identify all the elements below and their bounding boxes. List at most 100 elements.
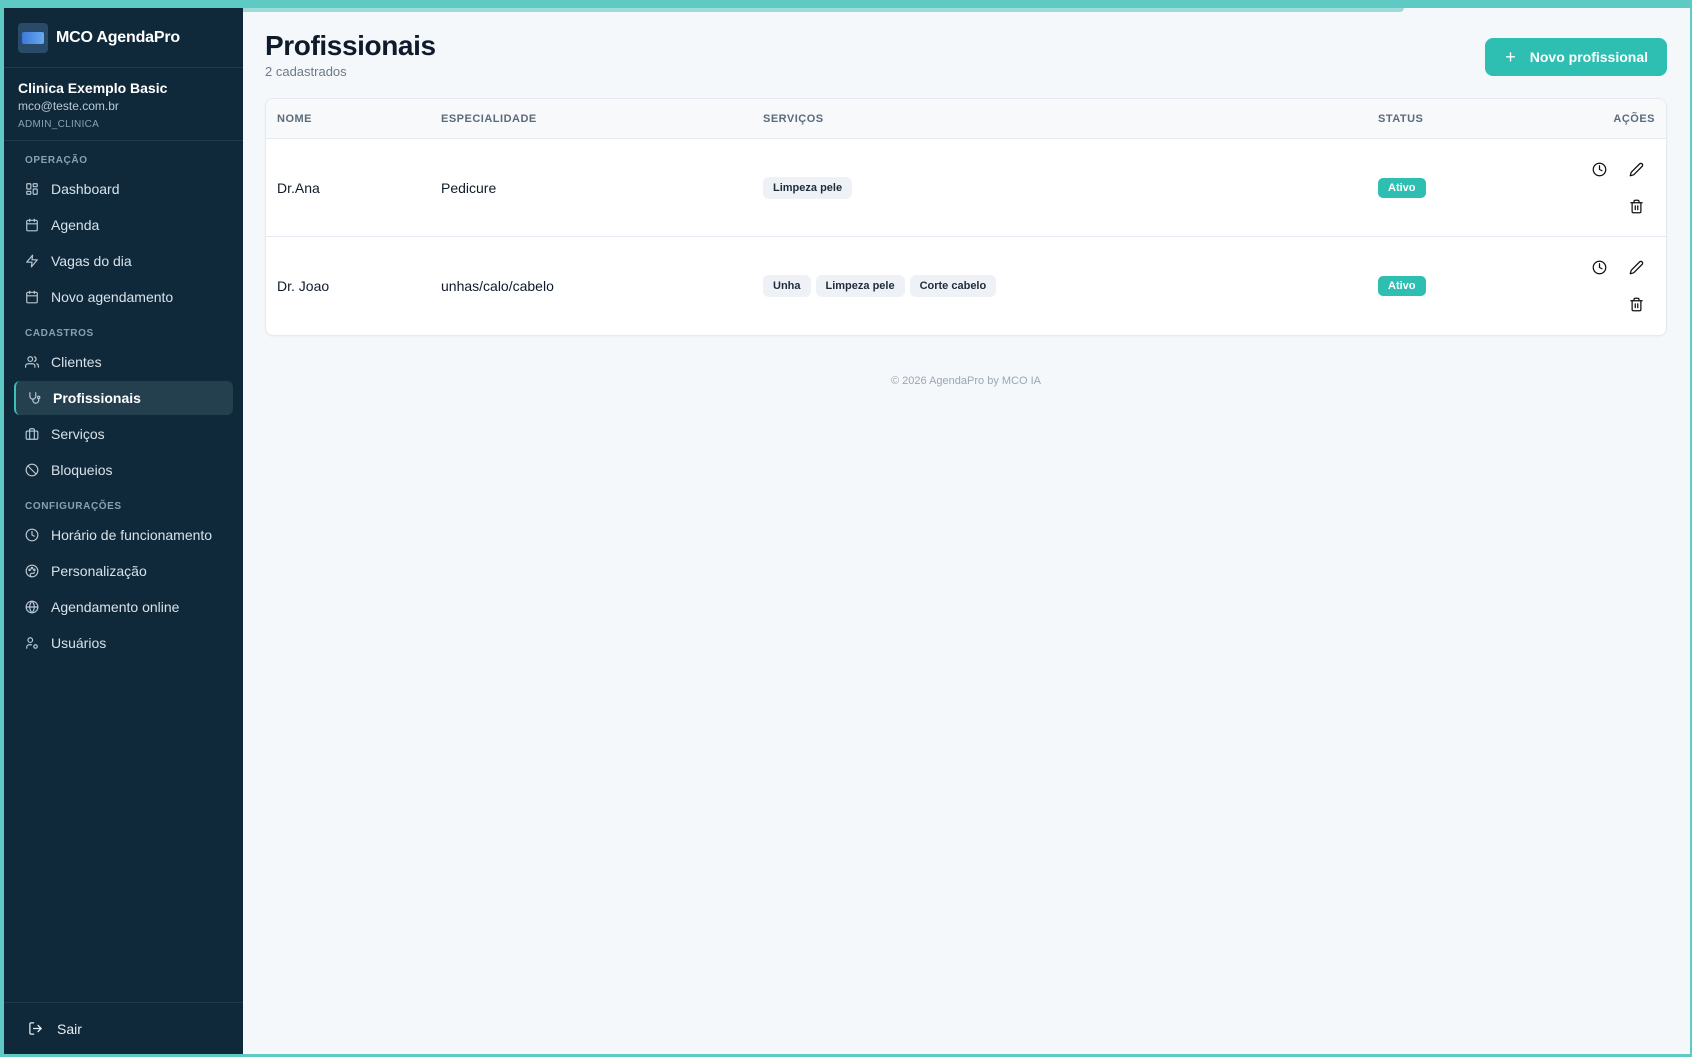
- sidebar-nav: OPERAÇÃO Dashboard Agenda Vagas do dia Novo …: [4, 155, 243, 660]
- calendar-plus-icon-svg: [26, 290, 38, 304]
- globe-icon: [25, 600, 39, 614]
- page-header: Profissionais 2 cadastrados + Novo profi…: [265, 8, 1667, 98]
- table-row: Dr. Joao unhas/calo/cabelo Unha Limpeza pel…: [266, 237, 1666, 335]
- brand-name: MCO AgendaPro: [56, 28, 180, 46]
- professional-specialty: unhas/calo/cabelo: [441, 278, 554, 294]
- account-info: Clinica Exemplo Basic mco@teste.com.br A…: [4, 68, 243, 141]
- main-content: Profissionais 2 cadastrados + Novo profi…: [243, 8, 1690, 1054]
- sidebar-footer: Sair: [4, 1002, 243, 1054]
- clock-icon: [25, 528, 39, 542]
- status-cell: Ativo: [1378, 177, 1553, 198]
- globe-icon-svg: [25, 600, 39, 614]
- delete-button[interactable]: [1623, 291, 1651, 319]
- sidebar-item-label: Personalização: [51, 563, 147, 579]
- actions-cell: [1553, 249, 1666, 323]
- user-cog-icon: [25, 636, 39, 650]
- schedule-button[interactable]: [1586, 155, 1614, 183]
- sidebar-item-profissionais[interactable]: Profissionais: [14, 381, 233, 415]
- brand-logo-icon: [18, 22, 48, 53]
- sidebar-item-vagas-do-dia[interactable]: Vagas do dia: [14, 244, 233, 278]
- trash-icon: [1630, 199, 1643, 213]
- plus-icon: +: [1505, 46, 1516, 67]
- section-label-operacao: OPERAÇÃO: [25, 155, 88, 166]
- sidebar-item-label: Agenda: [51, 217, 100, 233]
- table-row: Dr.Ana Pedicure Limpeza pele Ativo: [266, 139, 1666, 237]
- status-badge: Ativo: [1378, 177, 1426, 198]
- logout-button[interactable]: Sair: [28, 1021, 82, 1037]
- sidebar-item-label: Clientes: [51, 354, 102, 370]
- bolt-icon: [25, 254, 39, 268]
- calendar-icon-svg: [26, 218, 38, 232]
- sidebar-item-servicos[interactable]: Serviços: [14, 417, 233, 451]
- calendar-plus-icon: [25, 290, 39, 304]
- user-cog-icon-svg: [26, 637, 38, 649]
- palette-icon: [25, 564, 39, 578]
- sidebar-item-agendamento-online[interactable]: Agendamento online: [14, 590, 233, 624]
- professional-specialty: Pedicure: [441, 179, 497, 196]
- sidebar-item-label: Usuários: [51, 635, 107, 651]
- sidebar-item-bloqueios[interactable]: Bloqueios: [14, 453, 233, 487]
- service-chip: Corte cabelo: [909, 275, 997, 297]
- delete-button[interactable]: [1623, 192, 1651, 220]
- brand[interactable]: MCO AgendaPro: [4, 8, 243, 68]
- palette-icon-svg: [25, 564, 39, 578]
- sidebar-item-dashboard[interactable]: Dashboard: [14, 172, 233, 206]
- sidebar-item-label: Novo agendamento: [51, 289, 174, 305]
- page-subtitle: 2 cadastrados: [265, 64, 347, 79]
- dashboard-icon-svg: [26, 183, 38, 195]
- stethoscope-icon-svg: [29, 392, 41, 404]
- section-label-configuracoes: CONFIGURAÇÕES: [25, 501, 122, 512]
- professional-name: Dr. Joao: [277, 278, 330, 294]
- professionals-table: NOME ESPECIALIDADE SERVIÇOS STATUS AÇÕES…: [265, 98, 1667, 336]
- sidebar-item-horario-de-funcionamento[interactable]: Horário de funcionamento: [14, 518, 233, 552]
- services-cell: Limpeza pele: [763, 176, 1378, 199]
- new-professional-button[interactable]: + Novo profissional: [1485, 38, 1667, 76]
- briefcase-icon: [25, 427, 39, 441]
- sidebar-item-label: Vagas do dia: [51, 253, 132, 269]
- sidebar-item-label: Serviços: [51, 426, 105, 442]
- edit-icon: [1629, 162, 1644, 176]
- users-icon: [25, 355, 39, 369]
- actions-cell: [1553, 151, 1666, 225]
- app-window: MCO AgendaPro Clinica Exemplo Basic mco@…: [4, 8, 1690, 1054]
- account-email: mco@teste.com.br: [18, 99, 119, 113]
- edit-button[interactable]: [1623, 155, 1651, 183]
- service-chip: Limpeza pele: [815, 275, 905, 297]
- sidebar: MCO AgendaPro Clinica Exemplo Basic mco@…: [4, 8, 243, 1054]
- table-body: Dr.Ana Pedicure Limpeza pele Ativo Dr. Joao u…: [266, 139, 1666, 335]
- new-professional-label: Novo profissional: [1529, 49, 1648, 65]
- header-name: NOME: [277, 112, 312, 125]
- briefcase-icon-svg: [25, 428, 39, 440]
- sidebar-item-label: Dashboard: [51, 181, 120, 197]
- clock-icon-svg: [25, 528, 39, 542]
- account-name: Clinica Exemplo Basic: [18, 80, 168, 96]
- sidebar-item-usuarios[interactable]: Usuários: [14, 626, 233, 660]
- table-header-row: NOME ESPECIALIDADE SERVIÇOS STATUS AÇÕES: [266, 99, 1666, 139]
- sidebar-item-personalizacao[interactable]: Personalização: [14, 554, 233, 588]
- dashboard-icon: [25, 182, 39, 196]
- service-chip: Unha: [763, 275, 811, 297]
- header-specialty: ESPECIALIDADE: [441, 112, 537, 125]
- edit-icon: [1629, 260, 1644, 275]
- schedule-button[interactable]: [1586, 254, 1614, 282]
- clock-icon: [1592, 162, 1607, 176]
- header-services: SERVIÇOS: [763, 112, 824, 125]
- sidebar-item-label: Profissionais: [53, 390, 141, 406]
- stethoscope-icon: [27, 391, 41, 405]
- logout-icon: [29, 1022, 42, 1035]
- sidebar-item-agenda[interactable]: Agenda: [14, 208, 233, 242]
- sidebar-item-novo-agendamento[interactable]: Novo agendamento: [14, 280, 233, 314]
- bolt-icon-svg: [26, 254, 38, 268]
- account-role: ADMIN_CLINICA: [18, 119, 100, 130]
- header-actions: AÇÕES: [1613, 112, 1655, 125]
- professional-name: Dr.Ana: [277, 179, 320, 196]
- sidebar-item-label: Agendamento online: [51, 599, 180, 615]
- service-chip: Limpeza pele: [763, 176, 853, 199]
- sidebar-item-clientes[interactable]: Clientes: [14, 345, 233, 379]
- clock-icon: [1592, 260, 1607, 275]
- page-title: Profissionais: [265, 30, 436, 61]
- header-status: STATUS: [1378, 112, 1424, 125]
- page-footer: © 2026 AgendaPro by MCO IA: [891, 375, 1041, 387]
- status-cell: Ativo: [1378, 276, 1553, 296]
- edit-button[interactable]: [1623, 254, 1651, 282]
